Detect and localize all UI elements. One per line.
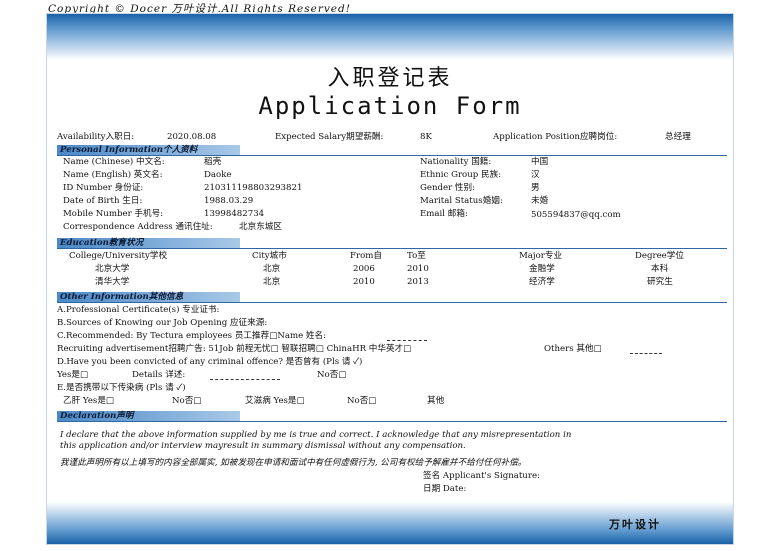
edu-header-from: From自 xyxy=(350,251,382,261)
edu-header-degree: Degree学位 xyxy=(635,251,684,261)
recommended-by: C.Recommended: By Tectura employees 员工推荐… xyxy=(57,331,327,341)
email-value: 505594837@qq.com xyxy=(531,210,621,220)
title-english: Application Form xyxy=(258,92,522,120)
availability-label: Availability入职日: xyxy=(57,132,135,142)
name-blank xyxy=(387,340,427,341)
name-en-label: Name (English) 英文名: xyxy=(63,170,163,180)
edu-header-city: City城市 xyxy=(252,251,287,261)
name-cn-label: Name (Chinese) 中文名: xyxy=(63,157,165,167)
edu-row2-from: 2010 xyxy=(353,277,375,287)
edu-row1-from: 2006 xyxy=(353,264,375,274)
name-en-value: Daoke xyxy=(204,170,232,180)
gender-value: 男 xyxy=(531,183,540,193)
edu-header-major: Major专业 xyxy=(519,251,563,261)
infectious-disease-question: E.是否携带以下传染病 (Pls 请 ✓) xyxy=(57,383,186,393)
edu-row1-to: 2010 xyxy=(407,264,429,274)
id-label: ID Number 身份证: xyxy=(63,183,144,193)
availability-value: 2020.08.08 xyxy=(167,132,217,142)
declaration-chinese: 我谨此声明所有以上填写的内容全部属实, 如被发现在申请和面试中有任何虚假行为, … xyxy=(60,458,527,468)
address-value: 北京东城区 xyxy=(239,222,282,232)
edu-row2-to: 2013 xyxy=(407,277,429,287)
criminal-yes: Yes是□ xyxy=(57,370,89,380)
edu-row1-major: 金融学 xyxy=(529,264,555,274)
dob-label: Date of Birth 生日: xyxy=(63,196,143,206)
declaration-english-line1: I declare that the above information sup… xyxy=(60,430,572,440)
mobile-value: 13998482734 xyxy=(204,209,265,219)
ethnic-label: Ethnic Group 民族: xyxy=(420,170,502,180)
divider xyxy=(57,155,727,156)
professional-certificate: A.Professional Certificate(s) 专业证书: xyxy=(57,305,220,315)
divider xyxy=(57,421,727,422)
name-cn-value: 稻壳 xyxy=(204,157,222,167)
title-chinese: 入职登记表 xyxy=(327,66,453,91)
mobile-label: Mobile Number 手机号: xyxy=(63,209,164,219)
edu-row2-degree: 研究生 xyxy=(647,277,673,287)
recruiting-others: Others 其他□ xyxy=(544,344,602,354)
marital-value: 未婚 xyxy=(531,196,549,206)
email-label: Email 邮箱: xyxy=(420,209,468,219)
position-label: Application Position应聘岗位: xyxy=(493,132,618,142)
application-form-page: 入职登记表 Application Form Availability入职日: … xyxy=(47,14,733,544)
id-value: 210311198803293821 xyxy=(204,183,303,193)
edu-row1-degree: 本科 xyxy=(651,264,669,274)
dob-value: 1988.03.29 xyxy=(204,196,254,206)
edu-row1-city: 北京 xyxy=(263,264,281,274)
salary-label: Expected Salary期望薪酬: xyxy=(275,132,384,142)
nationality-value: 中国 xyxy=(531,157,549,167)
job-opening-source: B.Sources of Knowing our Job Opening 应征来… xyxy=(57,318,268,328)
other-disease: 其他 xyxy=(427,396,445,406)
address-label: Correspondence Address 通讯住址: xyxy=(63,222,213,232)
aids-yes: 艾滋病 Yes是□ xyxy=(245,396,305,406)
recruiting-advertisement: Recruiting advertisement招聘广告: 51Job 前程无忧… xyxy=(57,344,412,354)
hepatitis-yes: 乙肝 Yes是□ xyxy=(63,396,115,406)
criminal-offence-question: D.Have you been convicted of any crimina… xyxy=(57,357,363,367)
criminal-no: No否□ xyxy=(317,370,347,380)
marital-label: Marital Status婚姻: xyxy=(420,196,503,206)
ethnic-value: 汉 xyxy=(531,170,540,180)
position-value: 总经理 xyxy=(665,132,691,142)
hepatitis-no: No否□ xyxy=(172,396,202,406)
footer-brand: 万叶设计 xyxy=(609,518,661,531)
divider xyxy=(57,248,727,249)
others-blank xyxy=(630,353,662,354)
edu-row2-major: 经济学 xyxy=(529,277,555,287)
aids-no: No否□ xyxy=(347,396,377,406)
divider xyxy=(57,302,727,303)
salary-value: 8K xyxy=(420,132,432,142)
details-blank xyxy=(210,379,280,380)
criminal-details: Details 详述: xyxy=(132,370,186,380)
nationality-label: Nationality 国籍: xyxy=(420,157,492,167)
gender-label: Gender 性别: xyxy=(420,183,475,193)
date-label: 日期 Date: xyxy=(423,484,467,494)
declaration-english-line2: this application and/or interview mayres… xyxy=(60,441,466,451)
edu-header-to: To至 xyxy=(407,251,426,261)
edu-header-school: College/University学校 xyxy=(69,251,168,261)
signature-label: 签名 Applicant's Signature: xyxy=(423,471,540,481)
edu-row2-city: 北京 xyxy=(263,277,281,287)
edu-row1-school: 北京大学 xyxy=(95,264,130,274)
edu-row2-school: 清华大学 xyxy=(95,277,130,287)
header-band xyxy=(47,14,733,60)
